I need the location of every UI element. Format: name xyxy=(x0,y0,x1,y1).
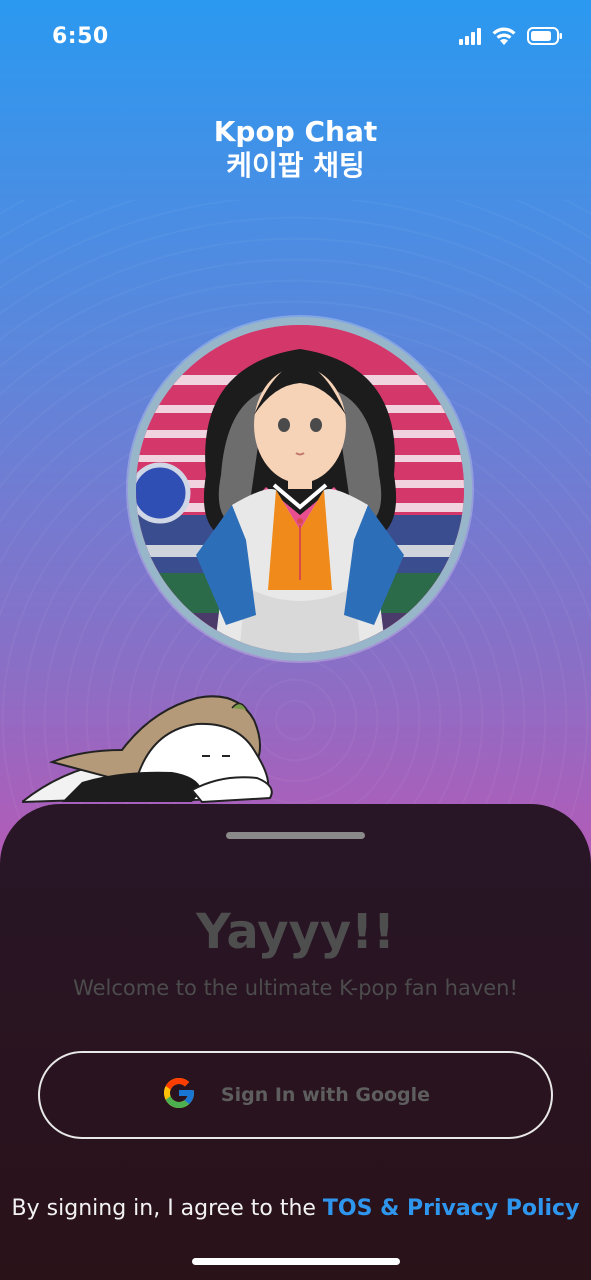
app-title-korean: 케이팝 채팅 xyxy=(226,149,365,182)
sheet-drag-handle[interactable] xyxy=(226,832,365,839)
battery-icon xyxy=(527,26,563,46)
status-icons xyxy=(459,26,563,46)
google-sign-in-button[interactable]: Sign In with Google xyxy=(38,1051,553,1139)
sheet-headline: Yayyy!! xyxy=(196,904,395,960)
status-time: 6:50 xyxy=(52,24,109,49)
terms-prefix: By signing in, I agree to the xyxy=(11,1196,323,1221)
app-title: Kpop Chat 케이팝 채팅 xyxy=(0,115,591,183)
sign-in-sheet: Yayyy!! Welcome to the ultimate K-pop fa… xyxy=(0,804,591,1280)
app-title-english: Kpop Chat xyxy=(213,115,378,148)
wifi-icon xyxy=(491,26,517,46)
avatar-illustration xyxy=(128,317,472,661)
terms-text: By signing in, I agree to the TOS & Priv… xyxy=(0,1196,591,1221)
sheet-subtitle: Welcome to the ultimate K-pop fan haven! xyxy=(73,976,518,1000)
signal-icon xyxy=(459,27,481,45)
google-sign-in-label: Sign In with Google xyxy=(220,1084,431,1106)
home-indicator[interactable] xyxy=(192,1258,400,1265)
status-bar: 6:50 xyxy=(0,0,591,80)
google-icon xyxy=(161,1075,197,1115)
tos-privacy-link[interactable]: TOS & Privacy Policy xyxy=(323,1196,580,1221)
sleeping-mascot-illustration xyxy=(19,690,282,810)
